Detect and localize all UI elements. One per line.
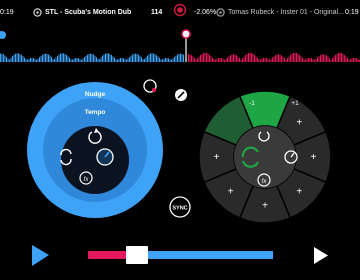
- left-play-button[interactable]: [32, 245, 49, 266]
- add-icon: +: [296, 186, 302, 197]
- crossfader[interactable]: [88, 246, 273, 264]
- loop-indicator-icon[interactable]: [143, 79, 157, 93]
- crossfader-handle[interactable]: [126, 246, 148, 264]
- deck-area: Nudge Tempo fx SYNC ++++++ -1 +1 fx: [27, 79, 332, 266]
- loop-minus-label: -1: [249, 100, 255, 107]
- gauge-icon[interactable]: [96, 148, 114, 166]
- add-icon: +: [311, 152, 317, 163]
- add-icon: +: [296, 118, 302, 129]
- sync-label: SYNC: [172, 206, 187, 212]
- loop-plus-label: +1: [291, 100, 299, 107]
- brush-icon[interactable]: [175, 89, 187, 101]
- crossfader-right-track: [148, 251, 273, 259]
- tempo-label: Tempo: [85, 109, 106, 116]
- add-icon: +: [262, 201, 268, 212]
- right-play-button[interactable]: [314, 247, 328, 264]
- nudge-label: Nudge: [85, 91, 106, 98]
- add-icon: +: [214, 152, 220, 163]
- add-icon: +: [228, 186, 234, 197]
- crossfader-left-track: [88, 251, 128, 259]
- sync-button[interactable]: SYNC: [169, 196, 191, 218]
